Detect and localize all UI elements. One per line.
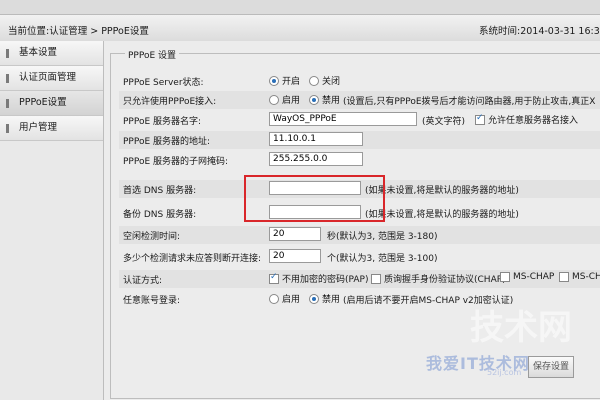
radio-icon	[309, 75, 319, 86]
checkbox-label: 质询握手身份验证协议(CHAP)	[384, 275, 506, 285]
pppoe-only-row: 只允许使用PPPoE接入: 启用 禁用 (设置后,只有PPPoE拨号后才能访问路…	[119, 91, 600, 109]
radio-icon	[269, 94, 279, 105]
system-time: 系统时间:2014-03-31 16:3	[479, 26, 600, 37]
checkbox-icon	[500, 272, 510, 282]
server-address-input[interactable]	[269, 132, 363, 146]
sidebar-item-label: PPPoE设置	[19, 97, 67, 108]
checkbox-label: MS-CHA	[572, 272, 600, 282]
auth-method-label: 认证方式:	[123, 276, 163, 286]
sidebar-item-users[interactable]: 用户管理	[0, 116, 103, 141]
radio-label: 禁用	[322, 295, 341, 305]
sidebar-item-label: 用户管理	[19, 122, 58, 133]
bullet-icon	[6, 49, 9, 58]
idle-time-label: 空闲检测时间:	[123, 232, 181, 242]
checkbox-icon	[559, 272, 569, 282]
sidebar-item-basic-settings[interactable]: 基本设置	[0, 41, 103, 66]
server-name-label: PPPoE 服务器名字:	[123, 117, 202, 127]
radio-icon	[269, 293, 279, 304]
any-account-enable-radio[interactable]: 启用	[269, 292, 300, 305]
bullet-icon	[6, 74, 9, 83]
no-reply-row: 多少个检测请求未应答则断开连接: 个(默认为3, 范围是 3-100)	[119, 248, 600, 266]
radio-label: 开启	[282, 77, 301, 87]
server-off-radio[interactable]: 关闭	[309, 74, 340, 87]
server-name-hint: (英文字符)	[422, 117, 466, 127]
server-on-radio[interactable]: 开启	[269, 74, 300, 87]
radio-label: 启用	[282, 295, 301, 305]
server-status-row: PPPoE Server状态: 开启 关闭	[119, 72, 600, 90]
no-reply-note: 个(默认为3, 范围是 3-100)	[327, 254, 438, 264]
radio-label: 关闭	[322, 77, 341, 87]
checkbox-icon	[371, 273, 381, 284]
router-admin-window: 当前位置:认证管理 > PPPoE设置 系统时间:2014-03-31 16:3…	[0, 0, 600, 400]
subnet-mask-label: PPPoE 服务器的子网掩码:	[123, 157, 229, 167]
checkbox-label: 不用加密的密码(PAP)	[282, 275, 369, 285]
sidebar-item-label: 基本设置	[19, 47, 58, 58]
server-name-row: PPPoE 服务器名字: (英文字符) 允许任意服务器名接入	[119, 111, 600, 129]
backup-dns-note: (如果未设置,将是默认的服务器的地址)	[365, 210, 519, 220]
radio-selected-icon	[309, 293, 319, 304]
server-address-row: PPPoE 服务器的地址:	[119, 131, 600, 149]
watermark-graphic: 技术网	[470, 308, 572, 348]
auth-method-row: 认证方式: 不用加密的密码(PAP) 质询握手身份验证协议(CHAP) MS-C…	[119, 270, 600, 288]
idle-time-note: 秒(默认为3, 范围是 3-180)	[327, 232, 438, 242]
server-address-label: PPPoE 服务器的地址:	[123, 137, 211, 147]
idle-time-row: 空闲检测时间: 秒(默认为3, 范围是 3-180)	[119, 226, 600, 244]
save-button[interactable]: 保存设置	[528, 356, 574, 378]
no-reply-label: 多少个检测请求未应答则断开连接:	[123, 254, 262, 264]
server-name-input[interactable]	[269, 112, 417, 126]
pppoe-only-label: 只允许使用PPPoE接入:	[123, 97, 217, 107]
sidebar: 基本设置 认证页面管理 PPPoE设置 用户管理	[0, 41, 104, 400]
checkbox-checked-icon	[269, 272, 279, 284]
checkbox-label: 允许任意服务器名接入	[488, 116, 579, 126]
subnet-mask-row: PPPoE 服务器的子网掩码:	[119, 151, 600, 169]
breadcrumb: 当前位置:认证管理 > PPPoE设置	[8, 26, 149, 37]
auth-chap-checkbox[interactable]: 质询握手身份验证协议(CHAP)	[371, 272, 506, 285]
no-reply-input[interactable]	[269, 249, 321, 263]
header-bar: 当前位置:认证管理 > PPPoE设置 系统时间:2014-03-31 16:3	[0, 14, 600, 42]
any-account-disable-radio[interactable]: 禁用	[309, 292, 340, 305]
subnet-mask-input[interactable]	[269, 152, 363, 166]
group-legend: PPPoE 设置	[125, 48, 180, 61]
auth-mschap2-checkbox[interactable]: MS-CHA	[559, 272, 600, 282]
pppoe-only-disable-radio[interactable]: 禁用	[309, 93, 340, 106]
primary-dns-note: (如果未设置,将是默认的服务器的地址)	[365, 186, 519, 196]
pppoe-only-enable-radio[interactable]: 启用	[269, 93, 300, 106]
auth-pap-checkbox[interactable]: 不用加密的密码(PAP)	[269, 272, 368, 285]
watermark-url: 52ij.com	[487, 368, 522, 377]
checkbox-checked-icon	[475, 113, 485, 125]
backup-dns-label: 备份 DNS 服务器:	[123, 210, 197, 220]
idle-time-input[interactable]	[269, 227, 321, 241]
dns-highlight-box	[244, 175, 385, 222]
sidebar-item-pppoe[interactable]: PPPoE设置	[0, 91, 103, 116]
radio-label: 启用	[282, 96, 301, 106]
radio-selected-icon	[309, 94, 319, 105]
any-account-label: 任意账号登录:	[123, 296, 181, 306]
sidebar-item-label: 认证页面管理	[19, 72, 77, 83]
checkbox-label: MS-CHAP	[513, 272, 555, 282]
bullet-icon	[6, 99, 9, 108]
pppoe-only-note: (设置后,只有PPPoE拨号后才能访问路由器,用于防止攻击,真正X	[343, 97, 596, 107]
allow-any-server-checkbox[interactable]: 允许任意服务器名接入	[475, 113, 578, 126]
server-status-label: PPPoE Server状态:	[123, 78, 204, 88]
radio-label: 禁用	[322, 96, 341, 106]
radio-selected-icon	[269, 75, 279, 86]
sidebar-item-auth-page[interactable]: 认证页面管理	[0, 66, 103, 91]
bullet-icon	[6, 124, 9, 133]
primary-dns-label: 首选 DNS 服务器:	[123, 186, 197, 196]
auth-mschap-checkbox[interactable]: MS-CHAP	[500, 272, 554, 282]
